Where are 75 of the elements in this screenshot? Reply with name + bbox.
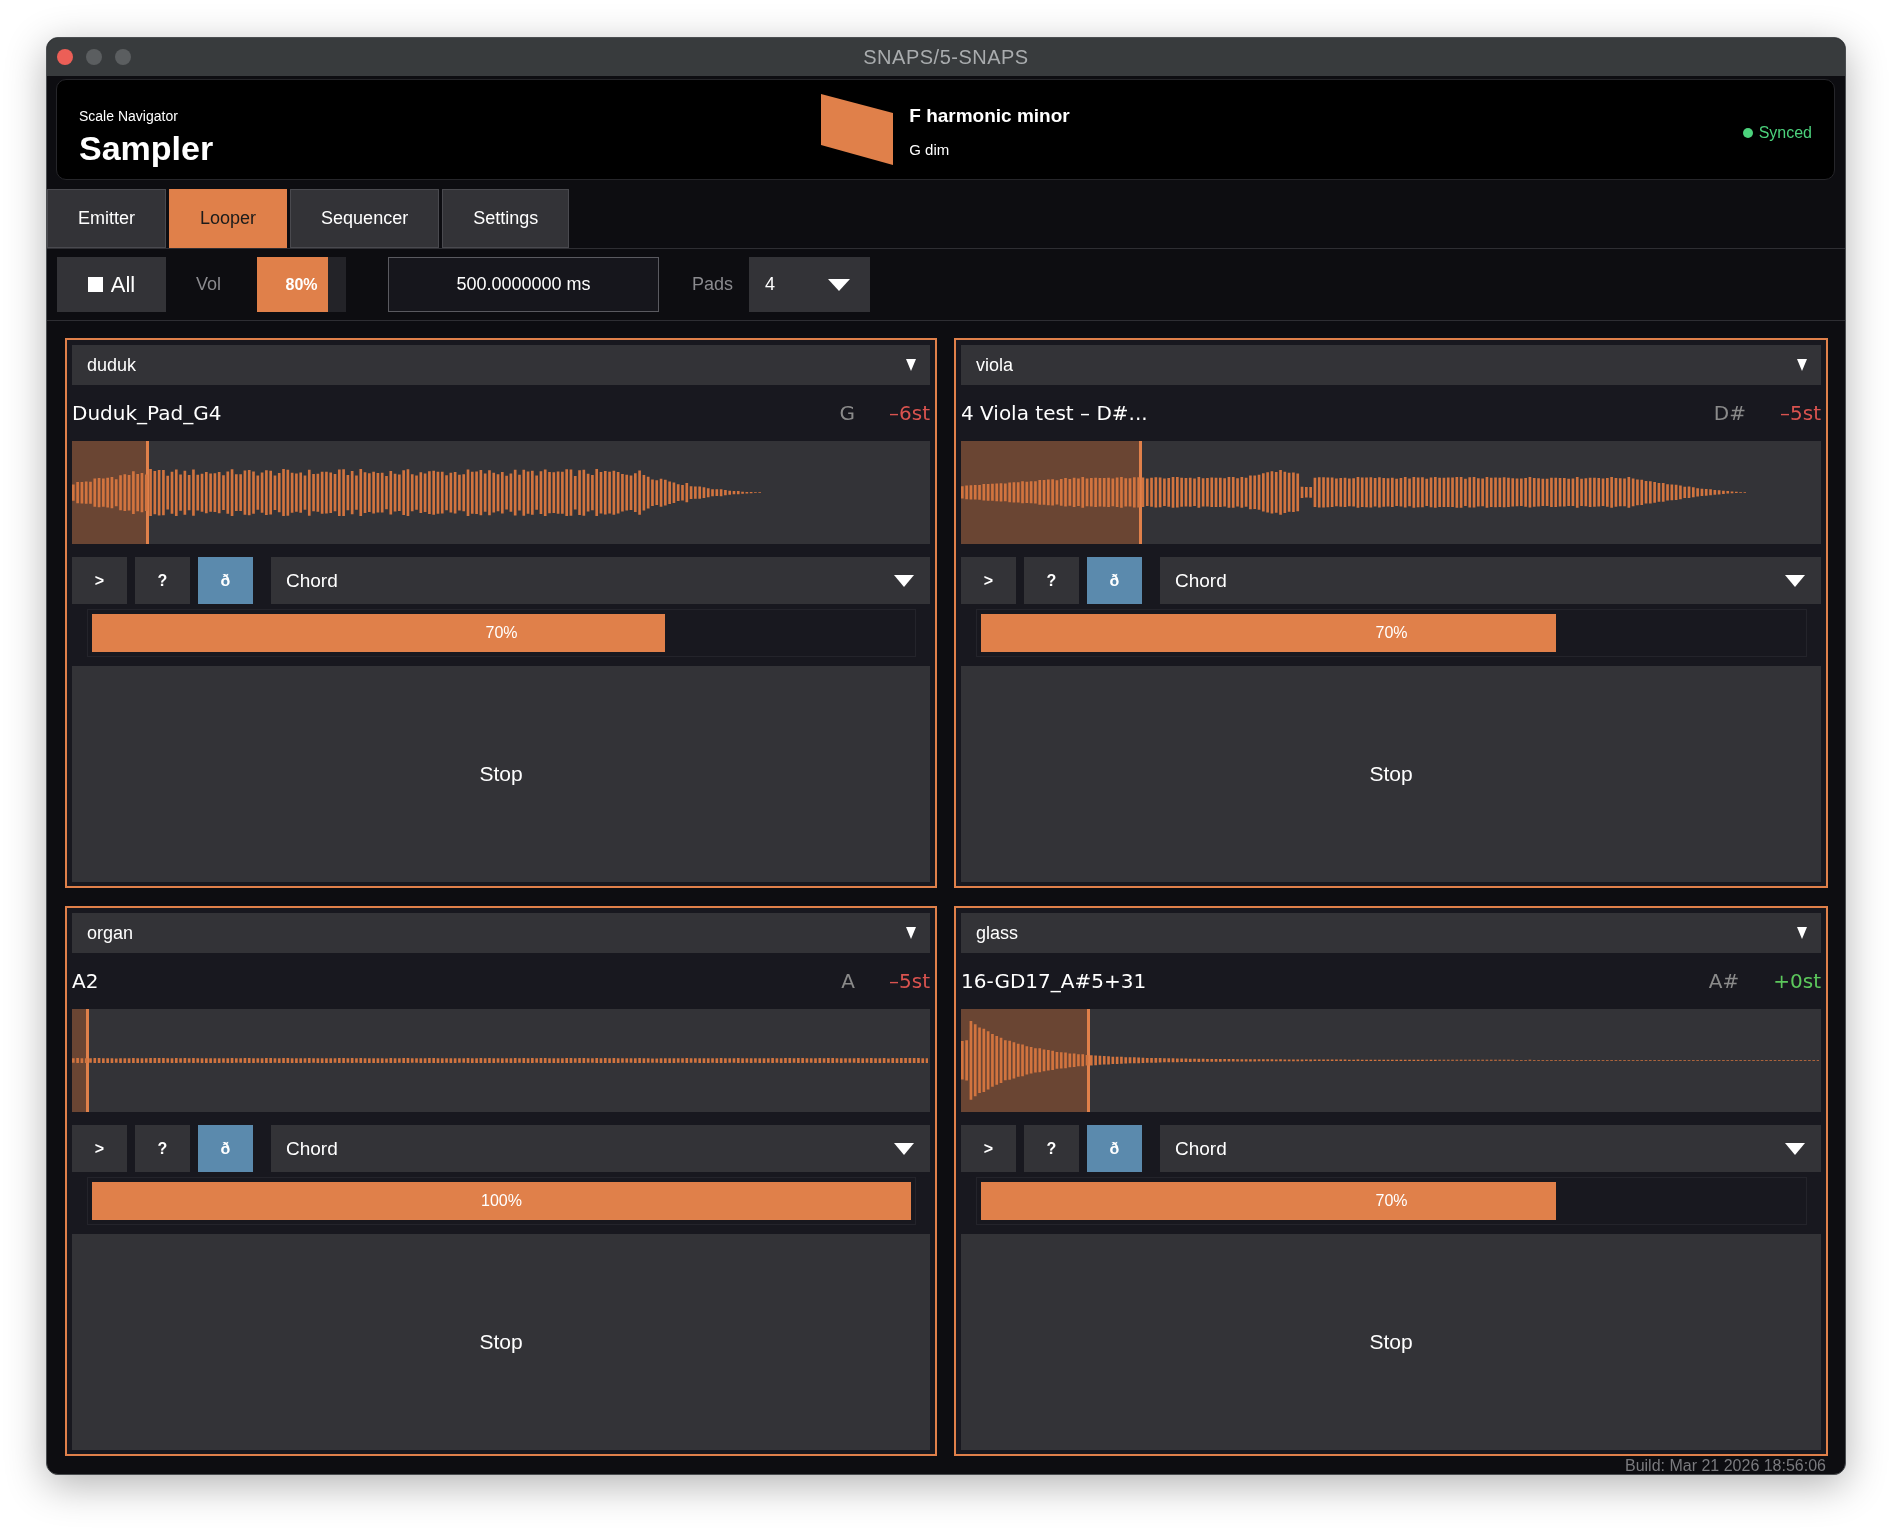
caret-icon (1797, 927, 1807, 939)
quadrilateral-icon (821, 94, 894, 165)
option-button[interactable]: > (961, 557, 1016, 604)
option-button[interactable]: > (961, 1125, 1016, 1172)
transpose-label: +0st (1773, 969, 1821, 993)
app-title: Sampler (79, 128, 214, 168)
waveform-panel[interactable] (961, 1009, 1821, 1112)
caret-icon (828, 278, 851, 291)
note-label: A# (1708, 969, 1740, 993)
sample-name: 16-GD17_A#5+31 (961, 969, 1148, 993)
option-button[interactable]: ? (135, 1125, 190, 1172)
window-title: SNAPS/5-SNAPS (863, 45, 1029, 69)
caret-icon (906, 927, 916, 939)
tab[interactable]: Sequencer (290, 189, 440, 248)
pads-label: Pads (692, 274, 734, 295)
note-label: D# (1713, 401, 1746, 425)
close-icon[interactable] (57, 49, 73, 65)
caret-icon (906, 359, 916, 371)
option-button[interactable]: ð (198, 557, 253, 604)
option-button[interactable]: ? (1024, 1125, 1079, 1172)
sample-name: A2 (72, 969, 100, 993)
option-button[interactable]: > (72, 1125, 127, 1172)
option-button[interactable]: ? (1024, 557, 1079, 604)
tab[interactable]: Settings (442, 189, 570, 248)
tab[interactable]: Looper (169, 189, 288, 248)
volume-label: Vol (196, 274, 222, 295)
scale-name: F harmonic minor (909, 105, 1070, 127)
option-button[interactable]: ð (198, 1125, 253, 1172)
mode-dropdown[interactable]: Chord (271, 1125, 930, 1172)
note-label: G (839, 401, 855, 425)
pads-dropdown[interactable]: 4 (749, 257, 871, 312)
all-checkbox[interactable]: All (57, 257, 166, 312)
caret-icon (894, 574, 914, 587)
option-button[interactable]: > (72, 557, 127, 604)
note-label: A (841, 969, 855, 993)
volume-reading: 80% (285, 275, 318, 294)
option-button[interactable]: ð (1087, 557, 1142, 604)
mode-dropdown[interactable]: Chord (1160, 557, 1821, 604)
sample-name: Duduk_Pad_G4 (72, 401, 223, 425)
transpose-label: –5st (889, 969, 930, 993)
sample-name: 4 Viola test – D#... (961, 401, 1149, 425)
stop-button[interactable]: Stop (961, 1234, 1821, 1450)
caret-icon (1797, 359, 1807, 371)
tab[interactable]: Emitter (47, 189, 166, 248)
waveform-panel[interactable] (72, 441, 930, 544)
minimize-icon[interactable] (86, 49, 102, 65)
velocity-reading: 70% (485, 624, 518, 642)
maximize-icon[interactable] (115, 49, 131, 65)
velocity-reading: 70% (1375, 624, 1408, 642)
app-subtitle: Scale Navigator (79, 107, 178, 124)
caret-icon (1785, 574, 1805, 587)
velocity-reading: 100% (481, 1192, 522, 1210)
caret-icon (894, 1142, 914, 1155)
transpose-label: –6st (889, 401, 930, 425)
mode-dropdown[interactable]: Chord (1160, 1125, 1821, 1172)
velocity-reading: 70% (1375, 1192, 1408, 1210)
option-button[interactable]: ? (135, 557, 190, 604)
option-button[interactable]: ð (1087, 1125, 1142, 1172)
loop-region[interactable] (72, 1009, 90, 1112)
instrument-dropdown[interactable]: duduk (72, 345, 930, 385)
waveform-panel[interactable] (961, 441, 1821, 544)
status-label: Synced (1758, 123, 1812, 142)
instrument-dropdown[interactable]: glass (961, 913, 1821, 953)
transpose-label: –5st (1780, 401, 1821, 425)
build-info: Build: Mar 21 2026 18:56:06 (1624, 1457, 1826, 1474)
stop-button[interactable]: Stop (72, 666, 930, 882)
instrument-dropdown[interactable]: organ (72, 913, 930, 953)
stop-button[interactable]: Stop (961, 666, 1821, 882)
mode-dropdown[interactable]: Chord (271, 557, 930, 604)
chord-name: G dim (909, 141, 950, 158)
waveform-panel[interactable] (72, 1009, 930, 1112)
instrument-dropdown[interactable]: viola (961, 345, 1821, 385)
stop-button[interactable]: Stop (72, 1234, 930, 1450)
caret-icon (1785, 1142, 1805, 1155)
interval-field[interactable]: 500.0000000 ms (388, 257, 660, 312)
